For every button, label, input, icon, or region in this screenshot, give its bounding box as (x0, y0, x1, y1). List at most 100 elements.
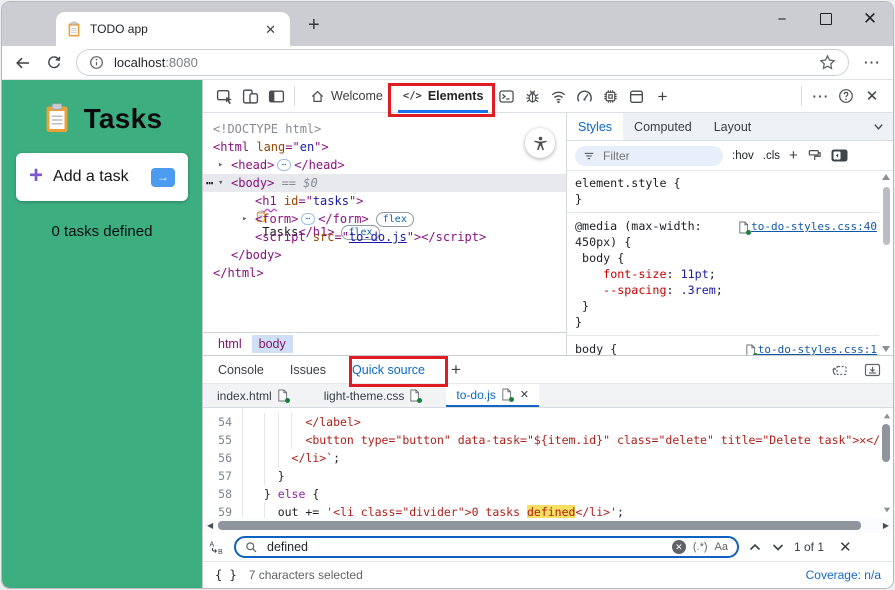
tab-computed[interactable]: Computed (623, 113, 703, 140)
bookmark-star-icon[interactable] (819, 54, 836, 71)
dom-tree-node[interactable]: <script src="to-do.js"></script> (203, 228, 566, 246)
undock-drawer-icon[interactable] (831, 362, 848, 378)
dom-tree-node[interactable]: ▸ <form> ⋯ </form> flex (203, 210, 566, 228)
match-case-toggle[interactable]: Aa (715, 541, 728, 553)
devtools-close-icon[interactable]: ✕ (859, 83, 885, 109)
dom-tree-node[interactable]: ⋯ ▾ <body> == $0 (203, 174, 566, 192)
new-tab-button[interactable]: + (308, 14, 320, 37)
styles-scrollbar[interactable] (879, 171, 893, 355)
tab-quick-source[interactable]: Quick source (352, 363, 425, 377)
expand-arrow-icon[interactable]: ▸ (218, 156, 223, 174)
inline-expand-button[interactable]: ⋯ (301, 213, 316, 225)
css-rule-line[interactable]: element.style { (567, 175, 879, 191)
tab-console[interactable]: Console (218, 363, 264, 377)
code-line[interactable]: </li>`; (244, 449, 880, 467)
window-maximize-button[interactable] (811, 6, 841, 32)
window-minimize-button[interactable]: − (767, 6, 797, 32)
regex-toggle[interactable]: (.*) (693, 541, 708, 553)
close-file-icon[interactable]: ✕ (520, 388, 529, 401)
help-icon[interactable] (833, 83, 859, 109)
debugger-bug-icon[interactable] (519, 83, 545, 109)
add-tool-button[interactable]: + (649, 83, 675, 109)
close-find-bar-icon[interactable]: ✕ (839, 538, 852, 556)
scroll-down-arrow[interactable] (882, 346, 890, 352)
tab-layout[interactable]: Layout (703, 113, 763, 140)
collapse-arrow-icon[interactable]: ▾ (218, 174, 223, 192)
css-rule-line[interactable]: body {to-do-styles.css:1 (567, 341, 879, 355)
inline-expand-button[interactable]: ⋯ (277, 159, 292, 171)
code-vertical-scrollbar[interactable] (881, 410, 892, 516)
dom-tree-node[interactable]: <!DOCTYPE html> (203, 120, 566, 138)
browser-tab[interactable]: TODO app ✕ (56, 12, 290, 46)
clear-search-icon[interactable]: ✕ (671, 540, 686, 554)
add-task-control[interactable]: + Add a task → (16, 153, 188, 201)
refresh-icon[interactable] (46, 55, 62, 71)
code-content[interactable]: </label> <button type="button" data-task… (244, 408, 880, 518)
dom-tree-node[interactable]: ▸ <head> ⋯ </head> (203, 156, 566, 174)
stylesheet-link[interactable]: to-do-styles.css:40 (738, 219, 877, 235)
accessibility-overlay-button[interactable] (525, 128, 555, 158)
code-horizontal-scrollbar[interactable]: ◀ ▶ (203, 518, 893, 533)
add-drawer-tab-button[interactable]: + (451, 361, 461, 378)
replace-toggle-icon[interactable]: AB (209, 539, 225, 556)
brush-icon[interactable] (807, 148, 822, 163)
code-line[interactable]: </label> (244, 413, 880, 431)
code-editor[interactable]: 54 55 56 57 58 59 </label> <button type="butt… (203, 408, 893, 518)
file-tab-to-do-js[interactable]: to-do.js ✕ (446, 384, 539, 407)
coverage-link[interactable]: Coverage: n/a (806, 568, 881, 582)
device-emulation-button[interactable] (237, 83, 263, 109)
scroll-down-arrow[interactable] (883, 507, 890, 513)
css-rule-line[interactable]: --spacing: .3rem; (567, 282, 879, 298)
back-icon[interactable] (14, 55, 32, 71)
scrollbar-thumb[interactable] (882, 187, 890, 245)
expand-arrow-icon[interactable]: ▸ (242, 210, 247, 228)
dom-tree-node[interactable]: <h1 id="tasks"> Tasks</h1> flex (203, 192, 566, 240)
css-rule-line[interactable]: @media (max-width: to-do-styles.css:40 (567, 218, 879, 235)
site-info-icon[interactable] (89, 55, 104, 70)
add-task-label[interactable]: Add a task (53, 168, 151, 186)
tab-issues[interactable]: Issues (290, 363, 326, 377)
tab-styles[interactable]: Styles (567, 113, 624, 140)
console-tool-icon[interactable] (493, 83, 519, 109)
scroll-up-arrow[interactable] (882, 174, 890, 180)
new-style-rule-button[interactable]: + (789, 148, 798, 163)
dock-side-button[interactable] (263, 83, 289, 109)
breadcrumb-body[interactable]: body (251, 335, 293, 353)
expand-drawer-icon[interactable] (864, 362, 881, 378)
tab-elements[interactable]: </> Elements (393, 80, 494, 113)
style-filter-field[interactable] (575, 145, 723, 166)
storage-box-icon[interactable] (623, 83, 649, 109)
search-input[interactable] (265, 539, 665, 555)
dom-tree-node[interactable]: <html lang="en"> (203, 138, 566, 156)
computed-panel-toggle-icon[interactable] (831, 149, 848, 162)
flex-badge[interactable]: flex (375, 212, 414, 227)
dom-tree[interactable]: <!DOCTYPE html> <html lang="en"> ▸ <head> ⋯ <… (203, 113, 566, 332)
pretty-print-button[interactable]: { } (215, 568, 237, 582)
css-rule-line[interactable]: } (567, 298, 879, 314)
network-wifi-icon[interactable] (545, 83, 571, 109)
chevron-down-icon[interactable] (872, 120, 885, 133)
window-close-button[interactable]: ✕ (855, 6, 885, 32)
tab-close-icon[interactable]: ✕ (261, 21, 280, 38)
submit-task-button[interactable]: → (151, 167, 175, 187)
browser-menu-icon[interactable]: ⋯ (863, 54, 881, 71)
memory-chip-icon[interactable] (597, 83, 623, 109)
dom-tree-node[interactable]: </html> (203, 264, 566, 282)
code-line[interactable]: <button type="button" data-task="${item.… (244, 431, 880, 449)
scroll-up-arrow[interactable] (883, 413, 890, 419)
performance-gauge-icon[interactable] (571, 83, 597, 109)
dom-tree-node[interactable]: </body> (203, 246, 566, 264)
file-tab-light-theme-css[interactable]: light-theme.css (314, 384, 431, 407)
code-line[interactable]: out += '<li class="divider">0 tasks defi… (244, 503, 880, 518)
address-bar[interactable]: localhost:8080 (76, 49, 849, 76)
stylesheet-link[interactable]: to-do-styles.css:1 (745, 342, 877, 355)
css-rule-line[interactable]: body { (567, 250, 879, 266)
css-rule-line[interactable]: 450px) { (567, 234, 879, 250)
scroll-left-arrow[interactable]: ◀ (207, 521, 213, 530)
node-more-dots[interactable]: ⋯ (206, 174, 213, 192)
code-line[interactable]: } (244, 467, 880, 485)
filter-input[interactable] (601, 147, 715, 164)
devtools-menu-icon[interactable]: ⋯ (807, 83, 833, 109)
tab-welcome[interactable]: Welcome (300, 80, 393, 113)
scrollbar-thumb[interactable] (218, 521, 861, 530)
